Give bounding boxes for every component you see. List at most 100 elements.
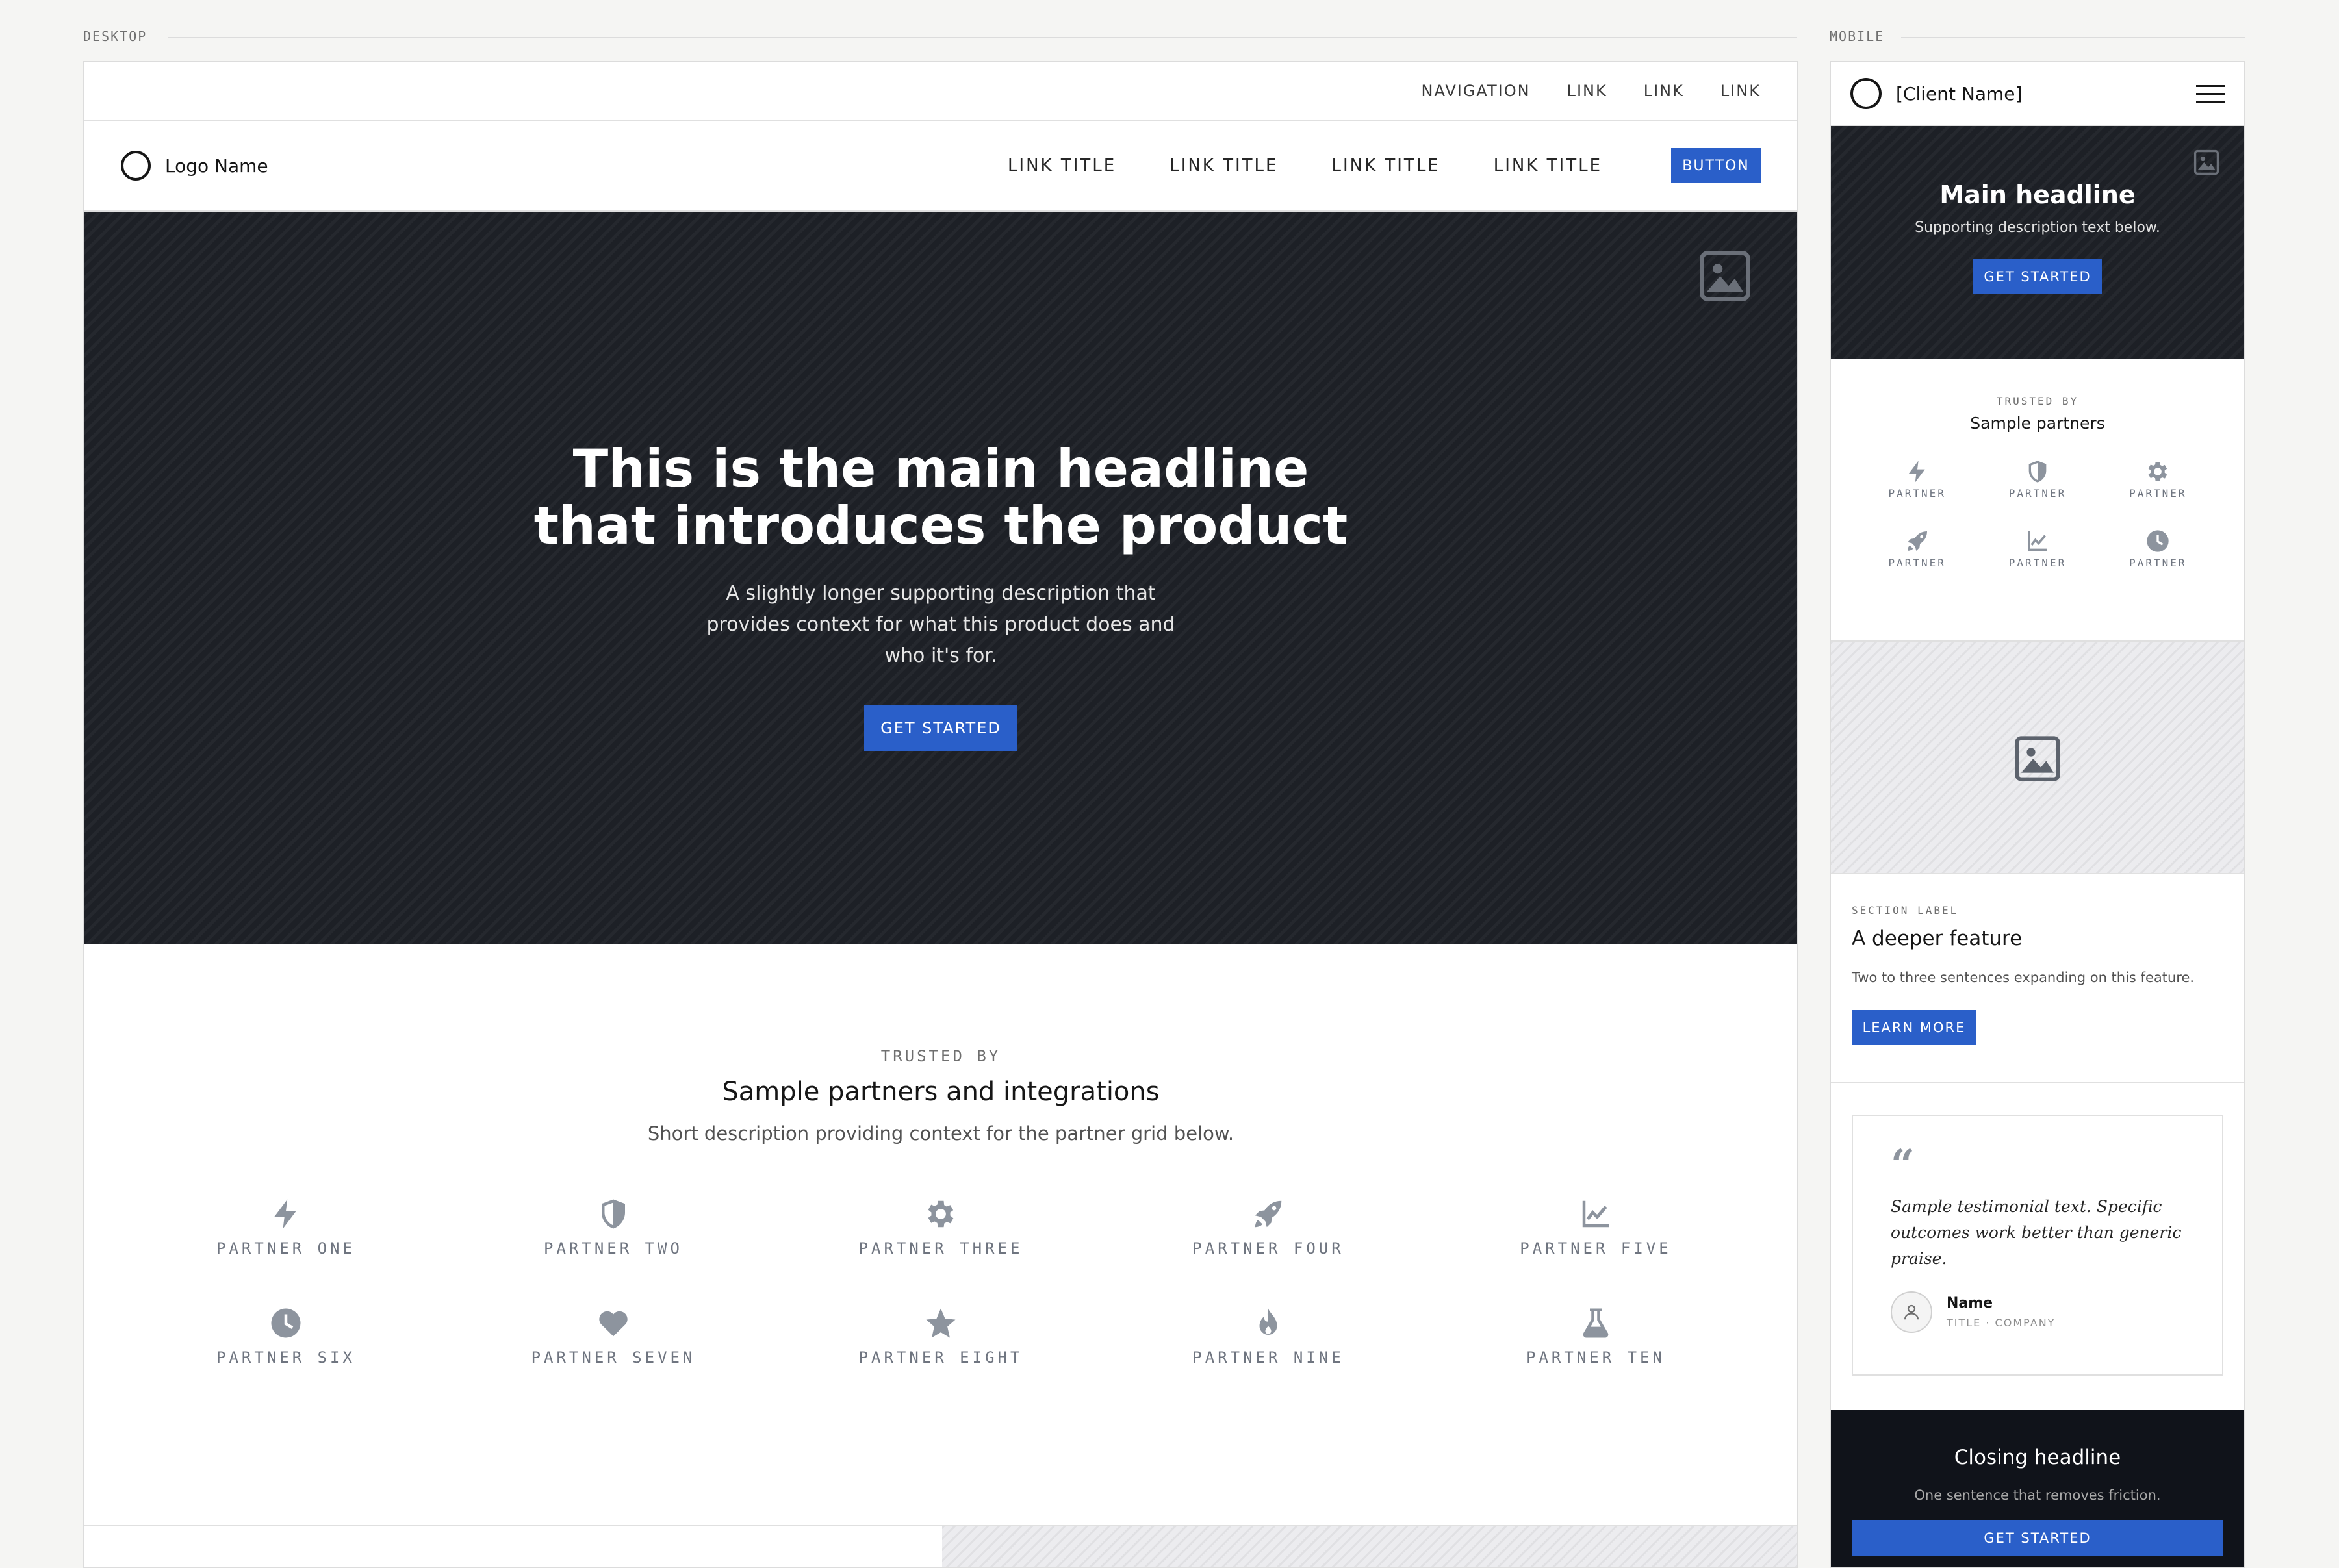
image-icon xyxy=(2015,736,2060,781)
feature-description: Two to three sentences expanding on this… xyxy=(1852,970,2195,985)
star-icon xyxy=(923,1306,958,1341)
partner-label: PARTNER TWO xyxy=(544,1239,683,1258)
partner-label: PARTNER FIVE xyxy=(1520,1239,1672,1258)
clock-icon xyxy=(268,1306,303,1341)
shield-icon xyxy=(2025,459,2051,485)
partner-label: PARTNER FOUR xyxy=(1192,1239,1344,1258)
partner-label: PARTNER xyxy=(1888,557,1946,569)
mobile-hero: Main headline Supporting description tex… xyxy=(1831,126,2244,359)
partner-item[interactable]: PARTNER TEN xyxy=(1432,1306,1759,1367)
chart-line-icon xyxy=(1578,1196,1613,1232)
divider xyxy=(1901,37,2245,38)
utility-link[interactable]: LINK xyxy=(1644,82,1684,100)
testimonial-quote: Sample testimonial text. Specific outcom… xyxy=(1891,1197,2182,1268)
testimonial-card: “ Sample testimonial text. Specific outc… xyxy=(1852,1115,2223,1376)
chart-line-icon xyxy=(2025,528,2051,554)
main-nav: Logo Name LINK TITLE LINK TITLE LINK TIT… xyxy=(84,121,1797,212)
hamburger-menu-icon[interactable] xyxy=(2196,84,2225,103)
nav-button[interactable]: BUTTON xyxy=(1671,148,1761,183)
utility-link[interactable]: LINK xyxy=(1720,82,1761,100)
partner-item[interactable]: PARTNER FOUR xyxy=(1105,1196,1432,1258)
person-title: TITLE · COMPANY xyxy=(1947,1317,2056,1329)
testimonial-section: “ Sample testimonial text. Specific outc… xyxy=(1831,1083,2244,1410)
mobile-header: [Client Name] xyxy=(1831,62,2244,126)
utility-link[interactable]: LINK xyxy=(1567,82,1607,100)
image-placeholder xyxy=(942,1526,1797,1567)
shield-icon xyxy=(596,1196,631,1232)
closing-description: One sentence that removes friction. xyxy=(1914,1487,2161,1503)
section-eyebrow: TRUSTED BY xyxy=(1996,395,2079,407)
user-icon xyxy=(1904,1304,1919,1320)
mobile-hero-description: Supporting description text below. xyxy=(1915,220,2160,236)
get-started-button[interactable]: GET STARTED xyxy=(864,705,1017,751)
partner-item[interactable]: PARTNER xyxy=(1857,459,1977,499)
image-icon xyxy=(2193,149,2219,175)
mobile-frame: [Client Name] Main headline Supporting d… xyxy=(1830,61,2245,1568)
section-eyebrow: SECTION LABEL xyxy=(1852,904,1959,917)
image-icon xyxy=(1700,251,1750,301)
partner-item[interactable]: PARTNER xyxy=(2098,459,2218,499)
partner-grid: PARTNER ONE PARTNER TWO PARTNER THREE PA… xyxy=(122,1196,1759,1367)
nav-link[interactable]: LINK TITLE xyxy=(1331,156,1440,175)
logo-icon[interactable] xyxy=(1850,78,1882,109)
rocket-icon xyxy=(1251,1196,1286,1232)
person-name: Name xyxy=(1947,1295,1993,1311)
rocket-icon xyxy=(1904,528,1930,554)
nav-link[interactable]: LINK TITLE xyxy=(1494,156,1602,175)
get-started-button[interactable]: GET STARTED xyxy=(1852,1520,2223,1556)
partner-item[interactable]: PARTNER TWO xyxy=(450,1196,777,1258)
clock-icon xyxy=(2145,528,2171,554)
partner-item[interactable]: PARTNER xyxy=(1977,459,2097,499)
heart-icon xyxy=(596,1306,631,1341)
bolt-icon xyxy=(268,1196,303,1232)
flask-icon xyxy=(1578,1306,1613,1341)
learn-more-button[interactable]: LEARN MORE xyxy=(1852,1010,1976,1045)
partner-item[interactable]: PARTNER FIVE xyxy=(1432,1196,1759,1258)
partner-item[interactable]: PARTNER xyxy=(1857,528,1977,569)
partner-item[interactable]: PARTNER SIX xyxy=(122,1306,450,1367)
testimonial-person: Name TITLE · COMPANY xyxy=(1891,1291,2184,1333)
partner-item[interactable]: PARTNER xyxy=(2098,528,2218,569)
closing-section: Closing headline One sentence that remov… xyxy=(1831,1410,2244,1567)
partners-title: Sample partners and integrations xyxy=(722,1077,1160,1107)
partner-label: PARTNER xyxy=(1888,487,1946,499)
nav-link[interactable]: LINK TITLE xyxy=(1170,156,1278,175)
partner-label: PARTNER ONE xyxy=(216,1239,355,1258)
partner-label: PARTNER xyxy=(2008,487,2067,499)
logo-name[interactable]: Logo Name xyxy=(165,155,268,177)
partner-item[interactable]: PARTNER THREE xyxy=(777,1196,1105,1258)
flame-icon xyxy=(1251,1306,1286,1341)
section-eyebrow: TRUSTED BY xyxy=(880,1047,1001,1065)
desktop-frame-label: DESKTOP xyxy=(83,29,147,44)
partner-item[interactable]: PARTNER EIGHT xyxy=(777,1306,1105,1367)
mobile-frame-label: MOBILE xyxy=(1830,29,1885,44)
utility-link-navigation[interactable]: NAVIGATION xyxy=(1422,82,1531,100)
feature-image-placeholder xyxy=(1831,642,2244,874)
partners-section: TRUSTED BY Sample partners and integrati… xyxy=(84,944,1797,1367)
get-started-button[interactable]: GET STARTED xyxy=(1973,259,2102,294)
hero-description: A slightly longer supporting description… xyxy=(706,582,1175,667)
next-section xyxy=(84,1525,1797,1567)
hero-section: This is the main headline that introduce… xyxy=(84,212,1797,944)
partner-item[interactable]: PARTNER ONE xyxy=(122,1196,450,1258)
client-name[interactable]: [Client Name] xyxy=(1896,83,2022,105)
logo-icon[interactable] xyxy=(121,151,151,181)
mobile-hero-headline: Main headline xyxy=(1939,181,2136,209)
partner-item[interactable]: PARTNER SEVEN xyxy=(450,1306,777,1367)
partner-label: PARTNER THREE xyxy=(858,1239,1023,1258)
avatar xyxy=(1891,1291,1932,1333)
gear-icon xyxy=(923,1196,958,1232)
partner-label: PARTNER SEVEN xyxy=(531,1348,696,1367)
bolt-icon xyxy=(1904,459,1930,485)
feature-section: SECTION LABEL A deeper feature Two to th… xyxy=(1831,874,2244,1083)
closing-headline: Closing headline xyxy=(1954,1446,2121,1469)
partner-label: PARTNER EIGHT xyxy=(858,1348,1023,1367)
gear-icon xyxy=(2145,459,2171,485)
nav-link[interactable]: LINK TITLE xyxy=(1008,156,1116,175)
partner-item[interactable]: PARTNER NINE xyxy=(1105,1306,1432,1367)
quote-icon: “ xyxy=(1891,1141,1915,1189)
partner-grid: PARTNER PARTNER PARTNER PARTNER PARTNER … xyxy=(1831,459,2244,569)
partner-item[interactable]: PARTNER xyxy=(1977,528,2097,569)
desktop-frame: NAVIGATION LINK LINK LINK Logo Name LINK… xyxy=(83,61,1798,1568)
partners-description: Short description providing context for … xyxy=(647,1122,1234,1144)
